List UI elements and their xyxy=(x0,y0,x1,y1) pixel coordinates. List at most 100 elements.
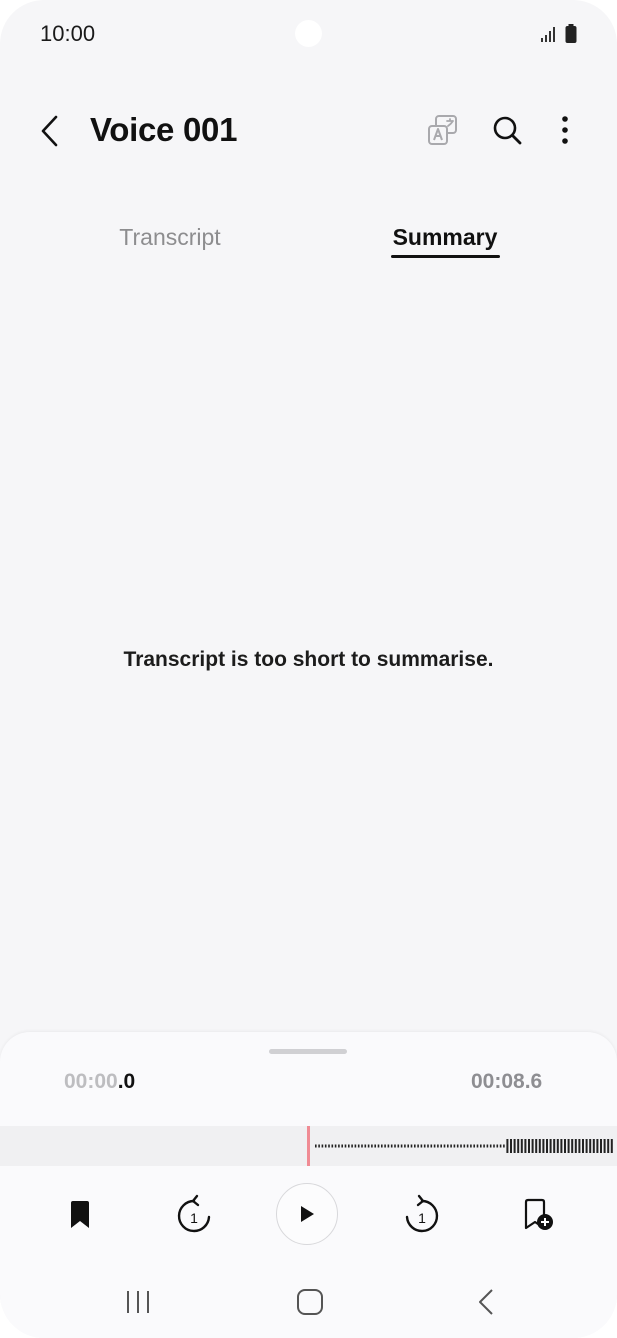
waveform-tick xyxy=(520,1139,523,1153)
waveform-tick xyxy=(470,1144,472,1148)
play-button[interactable] xyxy=(276,1183,338,1245)
waveform-tick xyxy=(513,1139,516,1153)
waveform-tick xyxy=(466,1144,469,1148)
tab-transcript[interactable]: Transcript xyxy=(100,215,240,270)
waveform-tick xyxy=(450,1144,452,1148)
waveform-tick xyxy=(531,1139,534,1153)
home-button[interactable] xyxy=(282,1278,338,1326)
waveform-tick xyxy=(603,1139,606,1153)
chevron-left-icon xyxy=(41,115,58,147)
waveform-tick xyxy=(364,1144,367,1148)
waveform-tick xyxy=(318,1144,320,1148)
waveform-tick xyxy=(410,1144,413,1148)
status-time: 10:00 xyxy=(40,21,96,46)
waveform-tick xyxy=(344,1144,347,1148)
waveform-tick xyxy=(354,1144,357,1148)
waveform-tick xyxy=(535,1139,538,1153)
waveform-tick xyxy=(351,1144,353,1148)
waveform-tick xyxy=(567,1139,570,1153)
waveform-tick xyxy=(381,1144,383,1148)
waveform-tick xyxy=(315,1144,317,1148)
waveform-tick xyxy=(560,1139,563,1153)
waveform-tick xyxy=(447,1144,449,1148)
app-bar: Voice 001 xyxy=(0,95,617,167)
search-icon xyxy=(493,116,522,145)
waveform-tick xyxy=(503,1144,505,1148)
forward-seconds-label: 1 xyxy=(418,1210,426,1226)
waveform-tick xyxy=(546,1139,548,1153)
playhead[interactable] xyxy=(307,1126,310,1166)
more-options-button[interactable] xyxy=(545,109,585,151)
waveform-tick xyxy=(453,1144,456,1148)
waveform-tick xyxy=(321,1144,324,1148)
waveform-tick xyxy=(463,1144,466,1148)
nav-back-icon xyxy=(479,1289,493,1315)
waveform-tick xyxy=(371,1144,373,1148)
waveform-tick xyxy=(404,1144,406,1148)
waveform-tick xyxy=(499,1144,502,1148)
status-bar: 10:00 xyxy=(0,0,617,68)
recents-icon xyxy=(127,1291,149,1313)
waveform-tick xyxy=(328,1144,330,1148)
waveform-tick xyxy=(423,1144,426,1148)
recents-button[interactable] xyxy=(110,1278,166,1326)
waveform-tick xyxy=(582,1139,584,1153)
waveform-tick xyxy=(496,1144,499,1148)
add-bookmark-button[interactable] xyxy=(518,1182,558,1248)
waveform-tick xyxy=(585,1139,588,1153)
forward-button[interactable]: 1 xyxy=(398,1182,446,1248)
waveform-tick xyxy=(324,1144,327,1148)
rewind-1s-icon: 1 xyxy=(177,1194,211,1233)
screen: 10:00 Voice 001 Transcript Summary Trans… xyxy=(0,0,617,1338)
waveform-tick xyxy=(341,1144,343,1148)
active-tab-indicator xyxy=(391,255,500,258)
waveform-tick xyxy=(556,1139,559,1153)
tab-summary[interactable]: Summary xyxy=(388,215,502,270)
forward-1s-icon: 1 xyxy=(405,1194,439,1233)
waveform-tick xyxy=(400,1144,403,1148)
waveform-tick xyxy=(549,1139,552,1153)
waveform-tick xyxy=(564,1139,566,1153)
total-time: 00:08.6 xyxy=(471,1070,543,1093)
waveform-tick xyxy=(517,1139,520,1153)
waveform-tick xyxy=(394,1144,396,1148)
waveform-tick xyxy=(384,1144,386,1148)
back-button[interactable] xyxy=(30,109,70,153)
translate-icon xyxy=(428,115,457,145)
waveform-tick xyxy=(437,1144,439,1148)
translate-button[interactable] xyxy=(422,109,464,151)
waveform-tick xyxy=(480,1144,482,1148)
waveform-tick xyxy=(538,1139,541,1153)
current-time: 00:00.0 xyxy=(64,1070,135,1094)
waveform-tick xyxy=(607,1139,610,1153)
waveform-tick xyxy=(596,1139,599,1153)
summary-empty-message: Transcript is too short to summarise. xyxy=(123,648,494,671)
waveform-tick xyxy=(473,1144,475,1148)
bookmark-button[interactable] xyxy=(60,1182,100,1248)
drag-handle[interactable] xyxy=(269,1049,347,1054)
waveform-tick xyxy=(374,1144,376,1148)
waveform-tick xyxy=(357,1144,360,1148)
waveform[interactable] xyxy=(0,1126,617,1166)
waveform-tick xyxy=(589,1139,592,1153)
tab-bar: Transcript Summary xyxy=(0,215,617,265)
waveform-tick xyxy=(390,1144,393,1148)
waveform-tick xyxy=(387,1144,390,1148)
waveform-tick xyxy=(553,1139,556,1153)
waveform-tick xyxy=(578,1139,581,1153)
waveform-tick xyxy=(493,1144,495,1148)
page-title: Voice 001 xyxy=(90,111,238,148)
waveform-tick xyxy=(524,1139,527,1153)
waveform-tick xyxy=(331,1144,334,1148)
waveform-tick xyxy=(592,1139,595,1153)
rewind-button[interactable]: 1 xyxy=(170,1182,218,1248)
nav-back-button[interactable] xyxy=(458,1278,514,1326)
waveform-tick xyxy=(443,1144,446,1148)
waveform-tick xyxy=(420,1144,423,1148)
waveform-tick xyxy=(610,1139,613,1153)
search-button[interactable] xyxy=(486,109,528,151)
waveform-tick xyxy=(377,1144,380,1148)
waveform-tick xyxy=(486,1144,489,1148)
waveform-tick xyxy=(460,1144,462,1148)
waveform-tick xyxy=(528,1139,530,1153)
